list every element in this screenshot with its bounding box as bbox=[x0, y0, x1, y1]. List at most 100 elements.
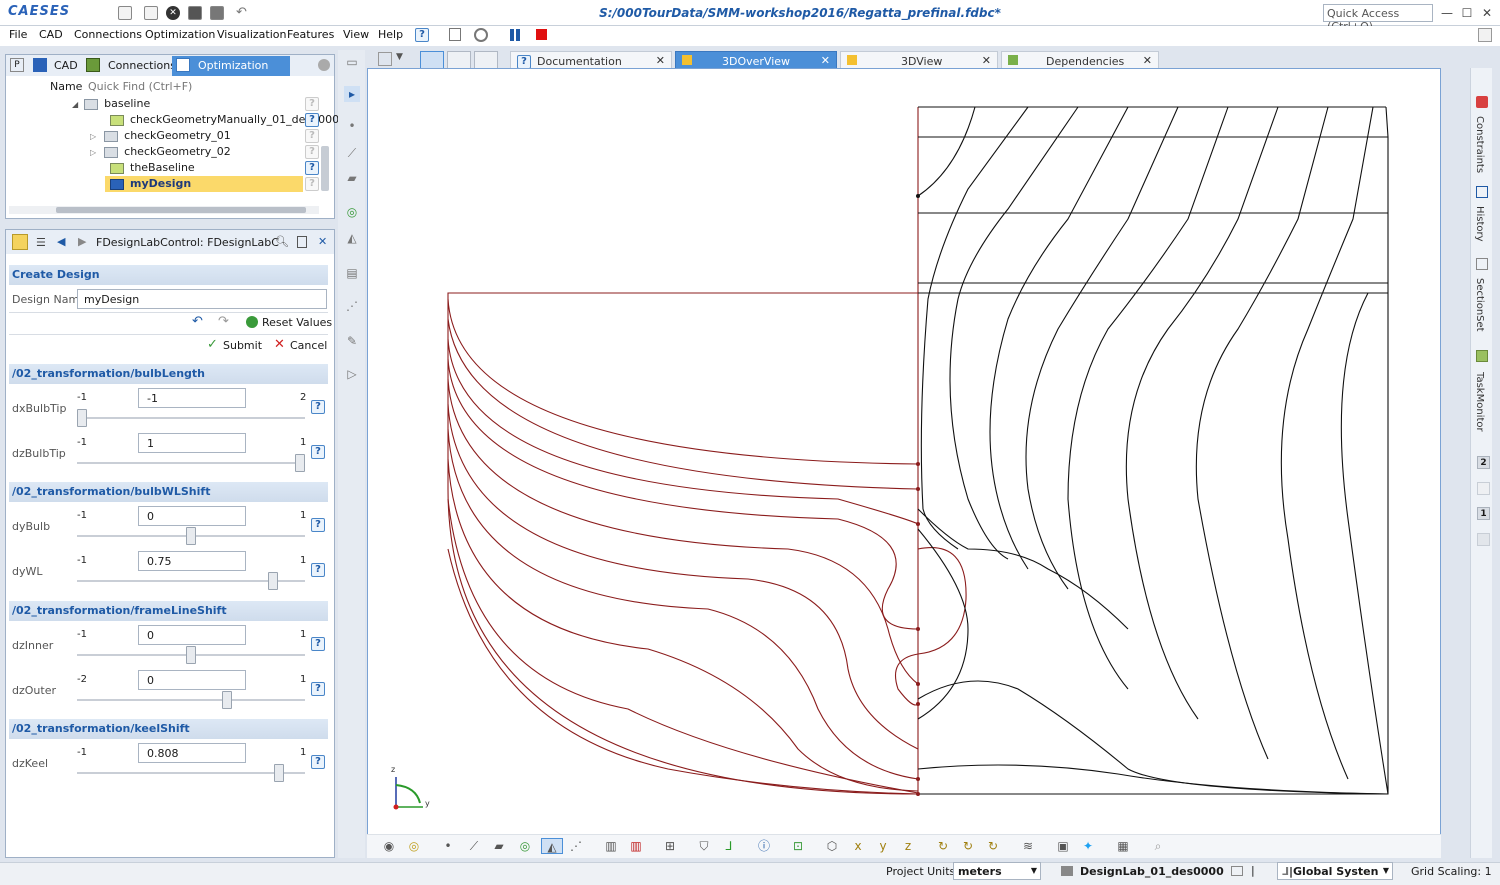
grid-icon[interactable]: ▦ bbox=[1115, 838, 1131, 854]
pin-icon[interactable]: P bbox=[10, 58, 24, 72]
wave-icon[interactable]: ≋ bbox=[1020, 838, 1036, 854]
save-as-icon[interactable] bbox=[210, 6, 224, 20]
close-icon[interactable]: ✕ bbox=[821, 54, 830, 67]
control-point[interactable] bbox=[916, 777, 920, 781]
tree-item-checkgeometry-01[interactable]: ▷ checkGeometry_01 bbox=[90, 128, 231, 144]
close-icon[interactable]: ✕ bbox=[1143, 54, 1152, 67]
disable-icon[interactable] bbox=[474, 28, 488, 42]
design-name-input[interactable]: myDesign bbox=[77, 289, 327, 309]
param-input[interactable]: -1 bbox=[138, 388, 246, 408]
menu-optimization[interactable]: Optimization bbox=[145, 28, 215, 41]
view-mode-1-button[interactable] bbox=[420, 51, 444, 69]
menu-help[interactable]: Help bbox=[378, 28, 403, 41]
edit-tool-icon[interactable]: ✎ bbox=[344, 333, 360, 349]
param-slider-thumb[interactable] bbox=[186, 527, 196, 545]
collapse-icon[interactable]: ◢ bbox=[72, 100, 78, 109]
control-point[interactable] bbox=[916, 627, 920, 631]
tree-hscrollbar[interactable] bbox=[56, 207, 306, 213]
param-input[interactable]: 0 bbox=[138, 625, 246, 645]
help-icon[interactable]: ? bbox=[415, 28, 429, 42]
select-tool-icon[interactable]: ▸ bbox=[344, 86, 360, 102]
tab-constraints[interactable]: Constraints bbox=[1474, 116, 1485, 173]
undo-icon[interactable]: ↶ bbox=[236, 5, 247, 20]
badge-1[interactable]: 1 bbox=[1477, 507, 1490, 520]
control-point[interactable] bbox=[916, 682, 920, 686]
tab-documentation-browser[interactable]: ?Documentation Browser✕ bbox=[510, 51, 672, 83]
grid-view-icon[interactable]: ⊞ bbox=[662, 838, 678, 854]
menu-file[interactable]: File bbox=[9, 28, 27, 41]
curve-icon[interactable]: ⟋ bbox=[466, 838, 482, 854]
view-mode-3-button[interactable] bbox=[474, 51, 498, 69]
tab-sectionset[interactable]: SectionSet bbox=[1474, 278, 1485, 332]
point-tool-icon[interactable]: • bbox=[344, 118, 360, 134]
tab-taskmonitor[interactable]: TaskMonitor bbox=[1474, 372, 1485, 432]
list-icon[interactable]: ☰ bbox=[36, 236, 46, 249]
twitter-icon[interactable]: ✦ bbox=[1080, 838, 1096, 854]
param-slider-thumb[interactable] bbox=[186, 646, 196, 664]
copy-icon[interactable] bbox=[449, 28, 461, 41]
close-icon[interactable]: ✕ bbox=[656, 54, 665, 67]
folder-icon[interactable] bbox=[1231, 866, 1243, 876]
rotate-z-icon[interactable]: ↻ bbox=[985, 838, 1001, 854]
point-icon[interactable]: • bbox=[440, 838, 456, 854]
help-icon[interactable]: ? bbox=[305, 97, 319, 111]
rotate-x-icon[interactable]: ↻ bbox=[935, 838, 951, 854]
control-point[interactable] bbox=[916, 522, 920, 526]
delete-icon[interactable]: ▥ bbox=[628, 838, 644, 854]
param-input[interactable]: 0 bbox=[138, 506, 246, 526]
help-icon[interactable]: ? bbox=[311, 518, 325, 532]
help-icon[interactable]: ? bbox=[305, 161, 319, 175]
control-point[interactable] bbox=[916, 792, 920, 796]
param-slider-thumb[interactable] bbox=[77, 409, 87, 427]
menu-connections[interactable]: Connections bbox=[74, 28, 142, 41]
param-slider-thumb[interactable] bbox=[274, 764, 284, 782]
param-input[interactable]: 0 bbox=[138, 670, 246, 690]
view-x-icon[interactable]: x bbox=[850, 838, 866, 854]
tree-item-checkgeometry-02[interactable]: ▷ checkGeometry_02 bbox=[90, 144, 231, 160]
maximize-button[interactable]: ☐ bbox=[1458, 4, 1476, 22]
play-tool-icon[interactable]: ▷ bbox=[344, 366, 360, 382]
view-mode-2-button[interactable] bbox=[447, 51, 471, 69]
cube-icon[interactable]: ⬡ bbox=[824, 838, 840, 854]
section-tool-icon[interactable]: ▤ bbox=[344, 265, 360, 281]
control-point[interactable] bbox=[916, 462, 920, 466]
help-icon[interactable]: ? bbox=[311, 755, 325, 769]
book-icon[interactable]: ▥ bbox=[603, 838, 619, 854]
tab-cad[interactable]: CAD bbox=[54, 59, 78, 72]
layout-grid-icon[interactable] bbox=[378, 52, 392, 66]
green-surface-icon[interactable]: ◎ bbox=[517, 838, 533, 854]
close-window-button[interactable]: ✕ bbox=[1478, 4, 1496, 22]
undo-icon[interactable]: ↶ bbox=[192, 314, 203, 329]
tab-3dview[interactable]: 3DView ✕ bbox=[840, 51, 998, 69]
dotted-line-icon[interactable]: ⋰ bbox=[344, 298, 360, 314]
view-fit-icon[interactable]: ◉ bbox=[381, 838, 397, 854]
param-input[interactable]: 0.808 bbox=[138, 743, 246, 763]
badge-2[interactable]: 2 bbox=[1477, 456, 1490, 469]
tree-item-mydesign[interactable]: myDesign bbox=[105, 176, 303, 192]
minimize-button[interactable]: — bbox=[1438, 4, 1456, 22]
view-z-icon[interactable]: z bbox=[900, 838, 916, 854]
project-units-select[interactable]: meters ▼ bbox=[953, 862, 1041, 880]
close-icon[interactable]: ✕ bbox=[982, 54, 991, 67]
cancel-button[interactable]: Cancel bbox=[290, 339, 327, 352]
green-surface-icon[interactable]: ◎ bbox=[344, 204, 360, 220]
rotate-y-icon[interactable]: ↻ bbox=[960, 838, 976, 854]
help-icon[interactable]: ? bbox=[311, 637, 325, 651]
view-focus-icon[interactable]: ◎ bbox=[406, 838, 422, 854]
redo-icon[interactable]: ↷ bbox=[218, 314, 229, 329]
help-icon[interactable]: ? bbox=[305, 177, 319, 191]
axes-icon[interactable]: ⅃ bbox=[721, 838, 737, 854]
control-point[interactable] bbox=[916, 702, 920, 706]
forward-icon[interactable]: ▶ bbox=[78, 235, 86, 248]
tree-item-thebaseline[interactable]: theBaseline bbox=[110, 160, 195, 176]
dotted-line-icon[interactable]: ⋰ bbox=[568, 838, 584, 854]
search-icon[interactable]: ⌕ bbox=[1150, 838, 1166, 854]
tree-vscrollbar[interactable] bbox=[321, 146, 329, 191]
param-input[interactable]: 1 bbox=[138, 433, 246, 453]
3d-viewport[interactable]: z y bbox=[367, 68, 1441, 858]
help-icon[interactable]: ? bbox=[305, 145, 319, 159]
tab-3doverview[interactable]: 3DOverView ✕ bbox=[675, 51, 837, 69]
expand-icon[interactable]: ▷ bbox=[90, 132, 96, 141]
quick-access-input[interactable]: Quick Access (Ctrl+Q) bbox=[1323, 4, 1433, 33]
search-icon[interactable]: 🔍︎ bbox=[275, 235, 289, 248]
